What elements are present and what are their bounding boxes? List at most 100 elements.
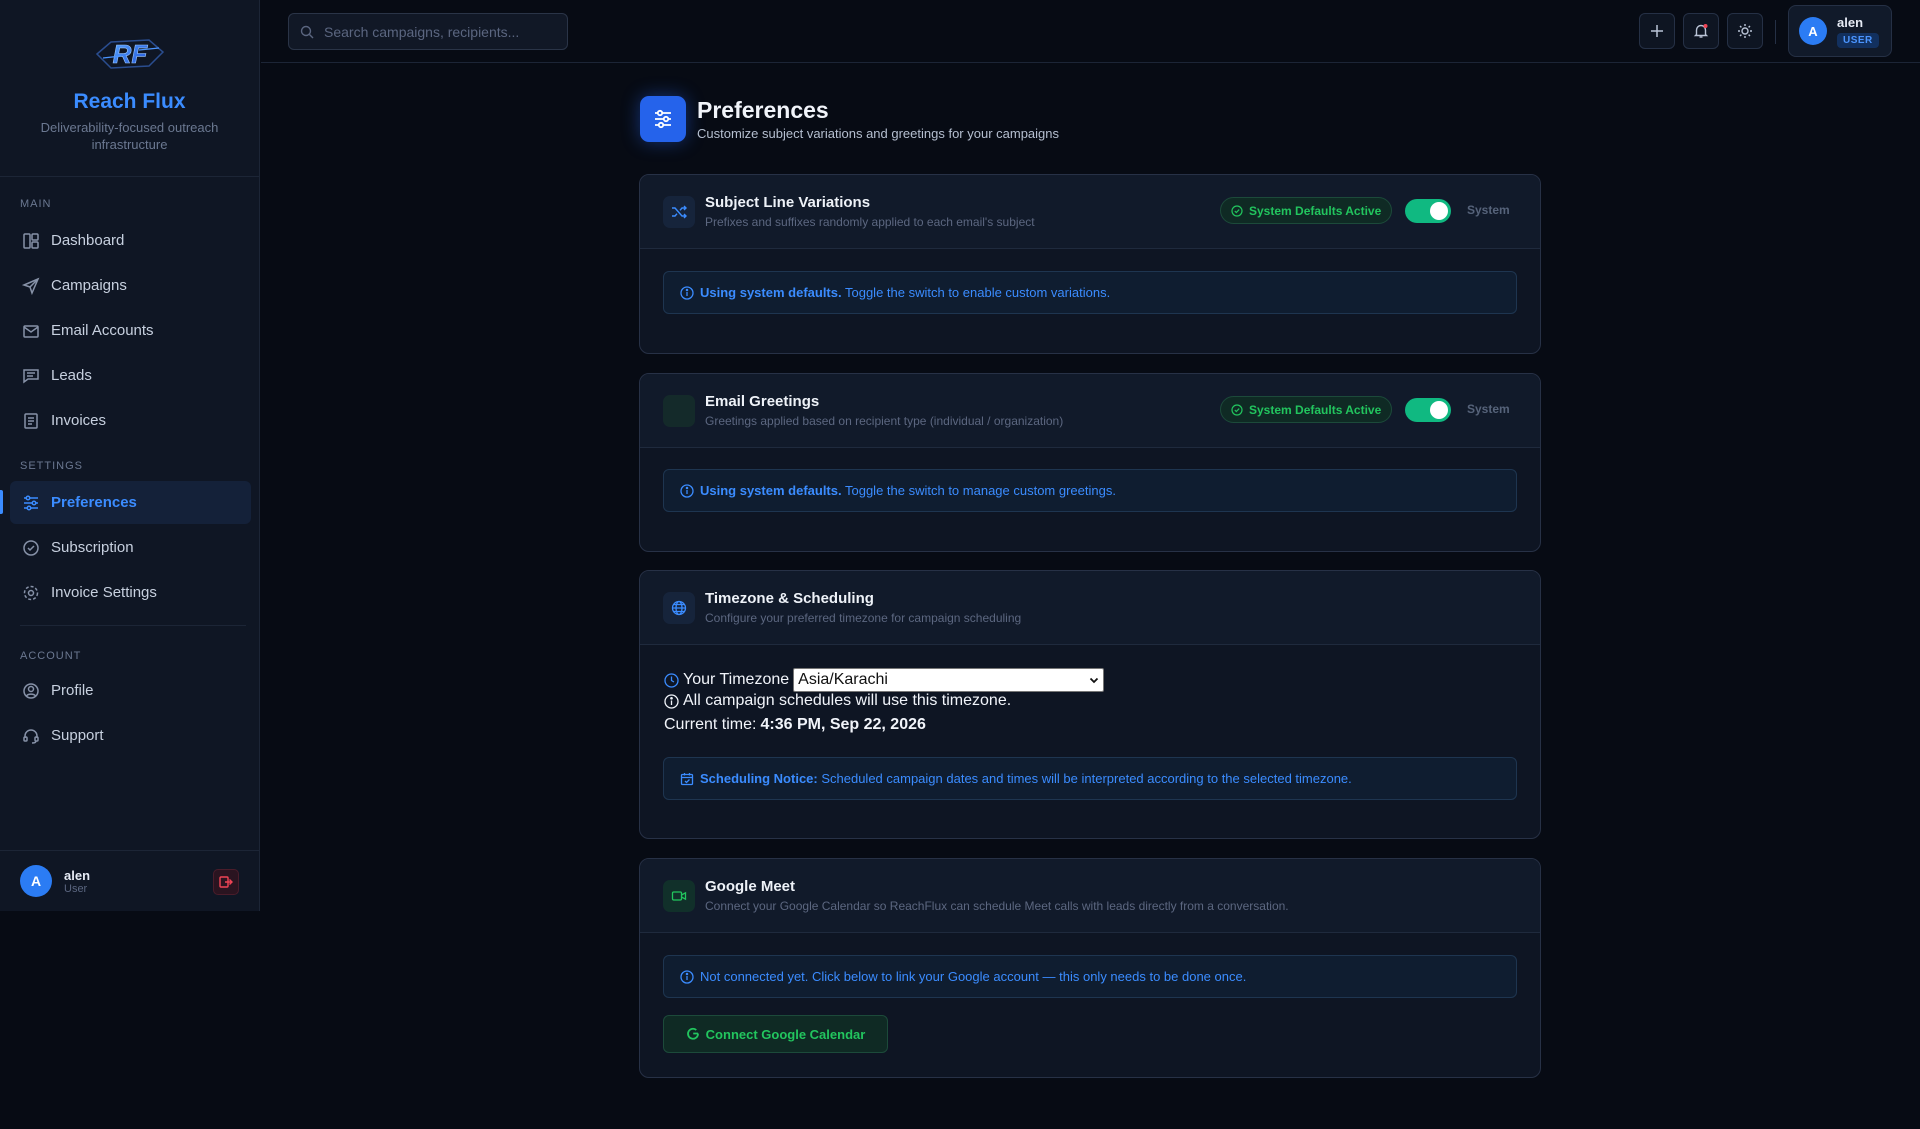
- timezone-info-text: All campaign schedules will use this tim…: [683, 692, 1012, 709]
- sidebar-item-label: Email Accounts: [51, 322, 154, 339]
- invoice-icon: [22, 412, 40, 430]
- card-title: Subject Line Variations: [705, 194, 871, 211]
- sidebar-item-invoice-settings[interactable]: Invoice Settings: [10, 571, 251, 614]
- sidebar-item-label: Campaigns: [51, 277, 127, 294]
- sidebar-item-email-accounts[interactable]: Email Accounts: [10, 309, 251, 352]
- sidebar-item-leads[interactable]: Leads: [10, 354, 251, 397]
- sliders-icon: [22, 494, 40, 512]
- headset-icon: [22, 727, 40, 745]
- sidebar-item-campaigns[interactable]: Campaigns: [10, 264, 251, 307]
- timezone-info: All campaign schedules will use this tim…: [664, 692, 1011, 710]
- logout-icon: [219, 875, 233, 889]
- logout-button[interactable]: [213, 869, 239, 895]
- card-title: Google Meet: [705, 878, 796, 895]
- system-defaults-toggle[interactable]: [1405, 199, 1451, 223]
- top-bar: Search campaigns, recipients... A alen U…: [261, 0, 1920, 63]
- role-badge: USER: [1837, 32, 1879, 48]
- info-icon: [664, 693, 679, 709]
- add-button[interactable]: [1639, 13, 1675, 49]
- status-badge: System Defaults Active: [1220, 197, 1393, 224]
- google-meet-card: Google Meet Connect your Google Calendar…: [639, 858, 1541, 1078]
- sidebar-item-profile[interactable]: Profile: [10, 669, 251, 712]
- toggle-label: System: [1467, 402, 1510, 416]
- shuffle-icon: [663, 196, 695, 228]
- user-circle-icon: [22, 682, 40, 700]
- google-icon: [686, 1027, 700, 1041]
- info-notice: Not connected yet. Click below to link y…: [663, 955, 1517, 998]
- sidebar: RF Reach Flux Deliverability-focused out…: [0, 0, 260, 911]
- notice-bold: Using system defaults.: [700, 483, 842, 498]
- send-icon: [22, 277, 40, 295]
- toggle-label: System: [1467, 203, 1510, 217]
- card-subtitle: Greetings applied based on recipient typ…: [705, 414, 1064, 428]
- nav-section-account: ACCOUNT: [20, 650, 82, 662]
- calendar-icon: [680, 772, 694, 786]
- notice-bold: Scheduling Notice:: [700, 771, 818, 786]
- page-title: Preferences: [697, 97, 829, 123]
- sun-icon: [1737, 23, 1753, 39]
- chevron-down-icon: [1089, 675, 1099, 685]
- status-badge-label: System Defaults Active: [1249, 203, 1382, 218]
- page-subtitle: Customize subject variations and greetin…: [697, 126, 1060, 141]
- timezone-card: Timezone & Scheduling Configure your pre…: [639, 570, 1541, 839]
- timezone-label: Your Timezone: [683, 671, 790, 688]
- theme-toggle-button[interactable]: [1727, 13, 1763, 49]
- button-label: Connect Google Calendar: [705, 1026, 866, 1042]
- active-indicator: [0, 490, 3, 514]
- card-title: Timezone & Scheduling: [705, 590, 874, 607]
- user-name: alen: [64, 867, 91, 883]
- reach-flux-logo[interactable]: RF: [93, 32, 167, 76]
- sidebar-item-preferences[interactable]: Preferences: [10, 481, 251, 524]
- notifications-button[interactable]: [1683, 13, 1719, 49]
- plus-icon: [1650, 24, 1664, 38]
- brand-name: Reach Flux: [73, 90, 186, 113]
- brand-tagline: Deliverability-focused outreach infrastr…: [40, 120, 219, 152]
- info-notice: Using system defaults. Toggle the switch…: [663, 271, 1517, 314]
- sidebar-item-label: Invoices: [51, 412, 107, 429]
- dashboard-icon: [22, 232, 40, 250]
- toggle-knob: [1430, 202, 1448, 220]
- topbar-divider: [1775, 20, 1776, 44]
- info-notice: Using system defaults. Toggle the switch…: [663, 469, 1517, 512]
- nav-section-main: MAIN: [20, 198, 52, 210]
- scheduling-notice: Scheduling Notice: Scheduled campaign da…: [663, 757, 1517, 800]
- sidebar-item-subscription[interactable]: Subscription: [10, 526, 251, 569]
- sidebar-item-label: Invoice Settings: [51, 584, 157, 601]
- sidebar-item-label: Subscription: [51, 539, 134, 556]
- card-header: Subject Line Variations Prefixes and suf…: [640, 175, 1540, 249]
- sidebar-item-support[interactable]: Support: [10, 714, 251, 757]
- info-icon: [680, 969, 694, 984]
- sidebar-item-dashboard[interactable]: Dashboard: [10, 219, 251, 262]
- page-header: Preferences Customize subject variations…: [640, 96, 1059, 142]
- toggle-knob: [1430, 401, 1448, 419]
- check-circle-icon: [1231, 204, 1243, 217]
- sidebar-divider: [20, 625, 246, 626]
- timezone-field: Your Timezone Asia/Karachi: [664, 668, 1105, 692]
- mail-icon: [22, 322, 40, 340]
- avatar: A: [1799, 17, 1827, 45]
- nav-section-settings: SETTINGS: [20, 460, 84, 472]
- gear-icon: [22, 584, 40, 602]
- email-greetings-card: Email Greetings Greetings applied based …: [639, 373, 1541, 552]
- user-menu-button[interactable]: A alen USER: [1788, 5, 1892, 57]
- connect-google-calendar-button[interactable]: Connect Google Calendar: [663, 1015, 888, 1053]
- notice-text: Toggle the switch to enable custom varia…: [841, 285, 1111, 300]
- timezone-select[interactable]: Asia/Karachi: [793, 668, 1105, 692]
- timezone-selected-value: Asia/Karachi: [798, 671, 888, 688]
- globe-icon: [663, 592, 695, 624]
- sliders-icon: [640, 96, 686, 142]
- card-subtitle: Prefixes and suffixes randomly applied t…: [705, 215, 1035, 229]
- search-icon: [300, 25, 314, 39]
- notice-text: Toggle the switch to manage custom greet…: [841, 483, 1116, 498]
- card-title: Email Greetings: [705, 393, 820, 410]
- sidebar-item-invoices[interactable]: Invoices: [10, 399, 251, 442]
- check-circle-icon: [22, 539, 40, 557]
- info-icon: [680, 285, 694, 300]
- avatar[interactable]: A: [20, 865, 52, 897]
- system-defaults-toggle[interactable]: [1405, 398, 1451, 422]
- notice-text: Scheduled campaign dates and times will …: [817, 771, 1352, 786]
- card-subtitle: Configure your preferred timezone for ca…: [705, 611, 1022, 625]
- status-badge: System Defaults Active: [1220, 396, 1393, 423]
- sidebar-item-label: Dashboard: [51, 232, 125, 249]
- search-input[interactable]: Search campaigns, recipients...: [288, 13, 568, 50]
